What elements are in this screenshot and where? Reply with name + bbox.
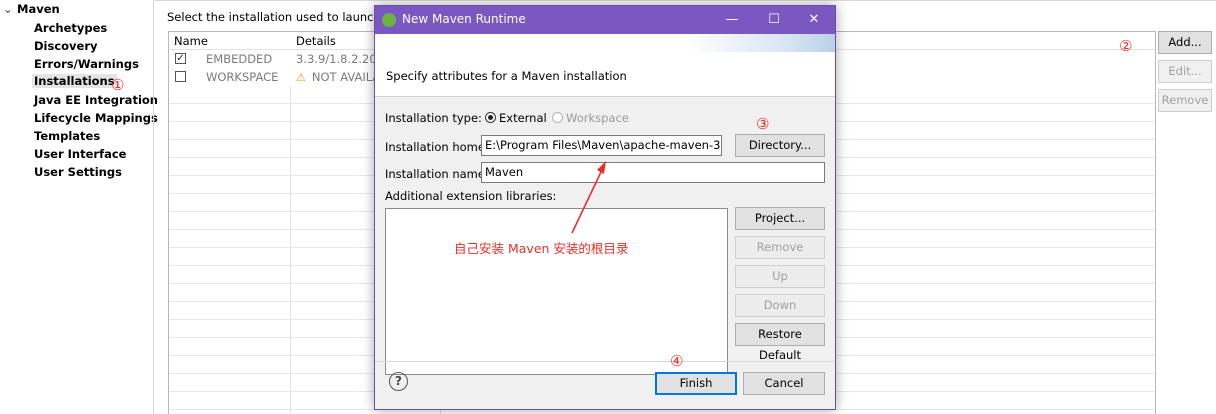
maximize-button[interactable]: ☐ bbox=[757, 6, 791, 34]
dialog-banner: Specify attributes for a Maven installat… bbox=[375, 34, 835, 97]
remove-button[interactable]: Remove bbox=[1158, 89, 1212, 112]
tree-item-user-interface[interactable]: User Interface bbox=[32, 147, 128, 161]
radio-workspace-label: Workspace bbox=[566, 111, 629, 125]
radio-workspace[interactable]: Workspace bbox=[552, 111, 629, 125]
page-top-border bbox=[155, 0, 1216, 1]
tree-node-maven-label: Maven bbox=[17, 2, 60, 16]
preferences-tree: ⌄ Maven Archetypes Discovery Errors/Warni… bbox=[0, 0, 158, 414]
new-maven-runtime-dialog: New Maven Runtime — ☐ ✕ Specify attribut… bbox=[374, 5, 836, 410]
finish-button[interactable]: Finish bbox=[655, 372, 737, 395]
dialog-footer-separator bbox=[375, 361, 835, 362]
tree-item-user-settings[interactable]: User Settings bbox=[32, 165, 124, 179]
restore-default-button[interactable]: Restore Default bbox=[735, 323, 825, 362]
row-details-cell: ⚠ NOT AVAILA bbox=[296, 70, 380, 84]
radio-selected-icon[interactable] bbox=[485, 112, 496, 123]
row-name: WORKSPACE bbox=[206, 70, 279, 84]
row-checkbox[interactable]: ✓ bbox=[175, 53, 186, 64]
tree-item-java-ee-integration[interactable]: Java EE Integration bbox=[32, 93, 160, 107]
row-details: NOT AVAILA bbox=[311, 70, 381, 84]
chevron-down-icon[interactable]: ⌄ bbox=[3, 2, 17, 16]
dialog-title: New Maven Runtime bbox=[402, 12, 526, 26]
tree-item-lifecycle-mappings[interactable]: Lifecycle Mappings bbox=[32, 111, 160, 125]
column-header-name[interactable]: Name bbox=[174, 34, 208, 48]
add-button[interactable]: Add... bbox=[1158, 31, 1212, 54]
extension-libraries-label: Additional extension libraries: bbox=[385, 189, 557, 203]
tree-node-maven[interactable]: ⌄ Maven bbox=[3, 2, 60, 16]
row-name: EMBEDDED bbox=[206, 52, 273, 66]
tree-item-errors-warnings[interactable]: Errors/Warnings bbox=[32, 57, 141, 71]
installation-type-label: Installation type: bbox=[385, 111, 482, 125]
directory-button[interactable]: Directory... bbox=[735, 134, 825, 157]
spring-leaf-icon bbox=[382, 13, 396, 27]
extension-libraries-list[interactable] bbox=[385, 208, 728, 375]
down-button[interactable]: Down bbox=[735, 294, 825, 317]
annotation-marker-3: ③ bbox=[756, 115, 770, 133]
radio-external[interactable]: External bbox=[485, 111, 547, 125]
annotation-marker-4: ④ bbox=[670, 352, 684, 370]
pane-divider[interactable] bbox=[153, 0, 154, 414]
up-button[interactable]: Up bbox=[735, 265, 825, 288]
cancel-button[interactable]: Cancel bbox=[743, 372, 825, 395]
minimize-button[interactable]: — bbox=[715, 6, 749, 34]
close-button[interactable]: ✕ bbox=[797, 6, 831, 34]
installation-name-field[interactable]: Maven bbox=[481, 162, 825, 183]
project-button[interactable]: Project... bbox=[735, 207, 825, 230]
libraries-remove-button[interactable]: Remove bbox=[735, 236, 825, 259]
installation-name-label: Installation name: bbox=[385, 167, 489, 181]
row-checkbox[interactable] bbox=[175, 71, 186, 82]
tree-item-installations[interactable]: Installations bbox=[32, 74, 117, 88]
banner-gradient bbox=[685, 34, 835, 52]
annotation-note: 自己安装 Maven 安装的根目录 bbox=[454, 241, 629, 256]
tree-item-archetypes[interactable]: Archetypes bbox=[32, 21, 109, 35]
column-divider bbox=[290, 32, 291, 414]
page-description: Select the installation used to launch M… bbox=[167, 10, 402, 24]
column-header-details[interactable]: Details bbox=[296, 34, 336, 48]
installation-home-field[interactable]: E:\Program Files\Maven\apache-maven-3.3.… bbox=[481, 135, 722, 156]
help-icon[interactable]: ? bbox=[389, 372, 408, 391]
dialog-message: Specify attributes for a Maven installat… bbox=[386, 69, 627, 83]
tree-item-templates[interactable]: Templates bbox=[32, 129, 102, 143]
annotation-marker-2: ② bbox=[1119, 37, 1133, 55]
installation-home-label: Installation home: bbox=[385, 140, 489, 154]
edit-button[interactable]: Edit... bbox=[1158, 60, 1212, 83]
radio-external-label: External bbox=[499, 111, 547, 125]
dialog-title-bar[interactable]: New Maven Runtime — ☐ ✕ bbox=[375, 6, 835, 34]
tree-item-discovery[interactable]: Discovery bbox=[32, 39, 100, 53]
annotation-marker-1: ① bbox=[111, 76, 125, 94]
radio-unselected-icon[interactable] bbox=[552, 112, 563, 123]
warning-icon: ⚠ bbox=[296, 71, 306, 84]
